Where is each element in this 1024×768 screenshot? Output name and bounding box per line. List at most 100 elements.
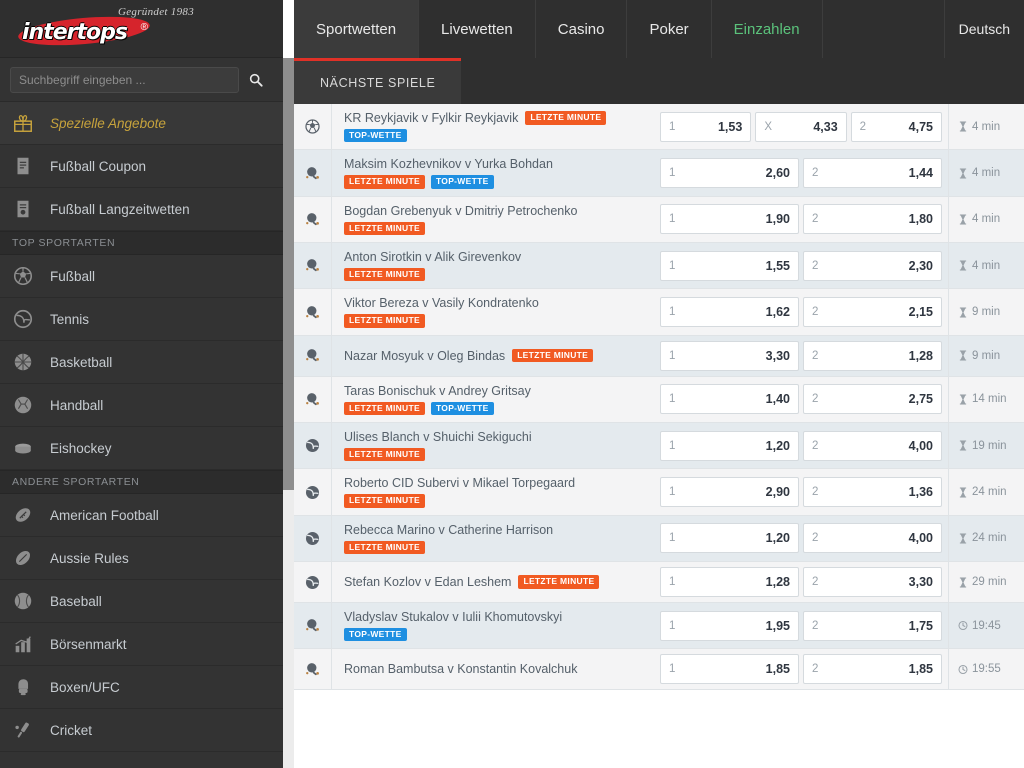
match-time-cell: 19 min [948,423,1024,469]
sidebar-item-aussie-rules[interactable]: Aussie Rules [0,537,283,580]
odds-button[interactable]: 2 2,75 [803,384,942,415]
match-time-label: 24 min [972,486,1007,499]
odds-button[interactable]: X 4,33 [755,111,847,142]
match-time-cell: 4 min [948,243,1024,289]
odds-value: 4,00 [908,438,933,453]
sidebar-item-american-football[interactable]: American Football [0,494,283,537]
odds-button[interactable]: 1 1,53 [660,111,752,142]
odds-button[interactable]: 1 1,28 [660,567,799,598]
topnav-item-livewetten[interactable]: Livewetten [419,0,536,58]
odds-button[interactable]: 2 1,28 [803,340,942,371]
odds-button[interactable]: 1 2,90 [660,477,799,508]
odds-button[interactable]: 2 3,30 [803,567,942,598]
odds-button[interactable]: 2 2,15 [803,297,942,328]
odds-button[interactable]: 2 1,75 [803,610,942,641]
match-title[interactable]: Rebecca Marino v Catherine Harrison [344,523,553,537]
match-title[interactable]: Roberto CID Subervi v Mikael Torpegaard [344,476,575,490]
match-row[interactable]: Nazar Mosyuk v Oleg Bindas LETZTE MINUTE 1… [294,335,1024,377]
odds-button[interactable]: 1 1,90 [660,204,799,235]
sidebar-item-eishockey[interactable]: Eishockey [0,427,283,470]
match-title[interactable]: Nazar Mosyuk v Oleg Bindas [344,349,505,363]
sidebar-item-fussball-coupon[interactable]: Fußball Coupon [0,145,283,188]
match-row[interactable]: Maksim Kozhevnikov v Yurka Bohdan LETZTE … [294,150,1024,197]
odds-button[interactable]: 2 1,36 [803,477,942,508]
odds-value: 1,85 [908,662,933,677]
match-title[interactable]: Bogdan Grebenyuk v Dmitriy Petrochenko [344,204,577,218]
odds-button[interactable]: 2 4,75 [850,111,942,142]
match-title-line: Anton Sirotkin v Alik Girevenkov [344,250,644,264]
odds-button[interactable]: 2 4,00 [803,430,942,461]
match-title[interactable]: Taras Bonischuk v Andrey Gritsay [344,384,531,398]
odds-button[interactable]: 2 1,85 [803,654,942,685]
hourglass-icon [959,167,967,179]
odds-button[interactable]: 1 1,40 [660,384,799,415]
match-title-line: Roberto CID Subervi v Mikael Torpegaard [344,476,644,490]
odds-button[interactable]: 1 1,85 [660,654,799,685]
match-title[interactable]: Vladyslav Stukalov v Iulii Khomutovskyi [344,610,562,624]
sidebar-item-boersenmarkt[interactable]: Börsenmarkt [0,623,283,666]
match-title[interactable]: Ulises Blanch v Shuichi Sekiguchi [344,430,532,444]
topnav-item-sportwetten[interactable]: Sportwetten [294,0,420,58]
sidebar-item-baseball[interactable]: Baseball [0,580,283,623]
match-row[interactable]: Ulises Blanch v Shuichi Sekiguchi LETZTE … [294,423,1024,470]
odds-button[interactable]: 2 1,80 [803,204,942,235]
sport-icon-cell [294,335,332,376]
match-row[interactable]: KR Reykjavik v Fylkir Reykjavik LETZTE MI… [294,104,1024,151]
sidebar-item-boxen-ufc[interactable]: Boxen/UFC [0,666,283,709]
match-row[interactable]: Roman Bambutsa v Konstantin Kovalchuk 1 1,… [294,649,1024,691]
sidebar-item-fussball-langzeitwetten[interactable]: Fußball Langzeitwetten [0,188,283,231]
match-time-label: 19:55 [972,663,1001,676]
odds-button[interactable]: 2 1,44 [803,158,942,189]
topnav-item-casino[interactable]: Casino [536,0,628,58]
odds-button[interactable]: 1 1,20 [660,523,799,554]
sidebar-item-tennis[interactable]: Tennis [0,298,283,341]
match-title[interactable]: Viktor Bereza v Vasily Kondratenko [344,296,539,310]
odds-button[interactable]: 1 2,60 [660,158,799,189]
match-row[interactable]: Rebecca Marino v Catherine Harrison LETZT… [294,515,1024,563]
match-row[interactable]: Stefan Kozlov v Edan Leshem LETZTE MINUTE… [294,562,1024,604]
logo[interactable]: intertops ® [14,12,154,50]
language-selector[interactable]: Deutsch [945,0,1024,58]
match-time-label: 4 min [972,167,1001,180]
odds-button[interactable]: 2 4,00 [803,523,942,554]
odds-value: 2,75 [908,392,933,407]
match-row[interactable]: Taras Bonischuk v Andrey Gritsay LETZTE M… [294,376,1024,424]
odds-button[interactable]: 1 3,30 [660,340,799,371]
odds-value: 2,90 [765,485,790,500]
match-title[interactable]: Roman Bambutsa v Konstantin Kovalchuk [344,662,577,676]
odds-button[interactable]: 1 1,95 [660,610,799,641]
sidebar-item-fussball[interactable]: Fußball [0,255,283,298]
sidebar-item-handball[interactable]: Handball [0,384,283,427]
match-row[interactable]: Bogdan Grebenyuk v Dmitriy Petrochenko LE… [294,196,1024,244]
odds-button[interactable]: 1 1,62 [660,297,799,328]
match-info-cell: Rebecca Marino v Catherine Harrison LETZT… [332,516,654,561]
match-title[interactable]: Maksim Kozhevnikov v Yurka Bohdan [344,157,553,171]
sidebar-scrollbar-thumb[interactable] [283,58,294,490]
odds-button[interactable]: 1 1,55 [660,250,799,281]
odds-cell: 1 1,20 2 4,00 [654,423,948,468]
odds-button[interactable]: 1 1,20 [660,430,799,461]
sidebar-scrollbar-track[interactable] [283,58,294,768]
match-row[interactable]: Viktor Bereza v Vasily Kondratenko LETZTE… [294,289,1024,336]
match-row[interactable]: Roberto CID Subervi v Mikael Torpegaard L… [294,469,1024,516]
sidebar-item-spezielle-angebote[interactable]: Spezielle Angebote [0,102,283,145]
search-button[interactable] [239,67,273,93]
sidebar-item-cricket[interactable]: Cricket [0,709,283,752]
topnav-item-einzahlen[interactable]: Einzahlen [712,0,823,58]
match-title[interactable]: Stefan Kozlov v Edan Leshem [344,575,511,589]
topnav-item-poker[interactable]: Poker [627,0,712,58]
coupon-clock-icon [12,196,42,222]
match-time-label: 24 min [972,532,1007,545]
match-info-cell: Viktor Bereza v Vasily Kondratenko LETZTE… [332,289,654,334]
match-title[interactable]: Anton Sirotkin v Alik Girevenkov [344,250,521,264]
search-input[interactable] [10,66,239,93]
match-row[interactable]: Vladyslav Stukalov v Iulii Khomutovskyi T… [294,603,1024,650]
match-row[interactable]: Anton Sirotkin v Alik Girevenkov LETZTE M… [294,243,1024,290]
sidebar-item-basketball[interactable]: Basketball [0,341,283,384]
match-info-cell: Vladyslav Stukalov v Iulii Khomutovskyi T… [332,603,654,648]
clock-icon [958,621,968,631]
tab-naechste-spiele[interactable]: NÄCHSTE SPIELE [294,58,462,104]
odds-button[interactable]: 2 2,30 [803,250,942,281]
match-title[interactable]: KR Reykjavik v Fylkir Reykjavik [344,111,518,125]
sidebar-item-label: Fußball Coupon [50,158,147,174]
